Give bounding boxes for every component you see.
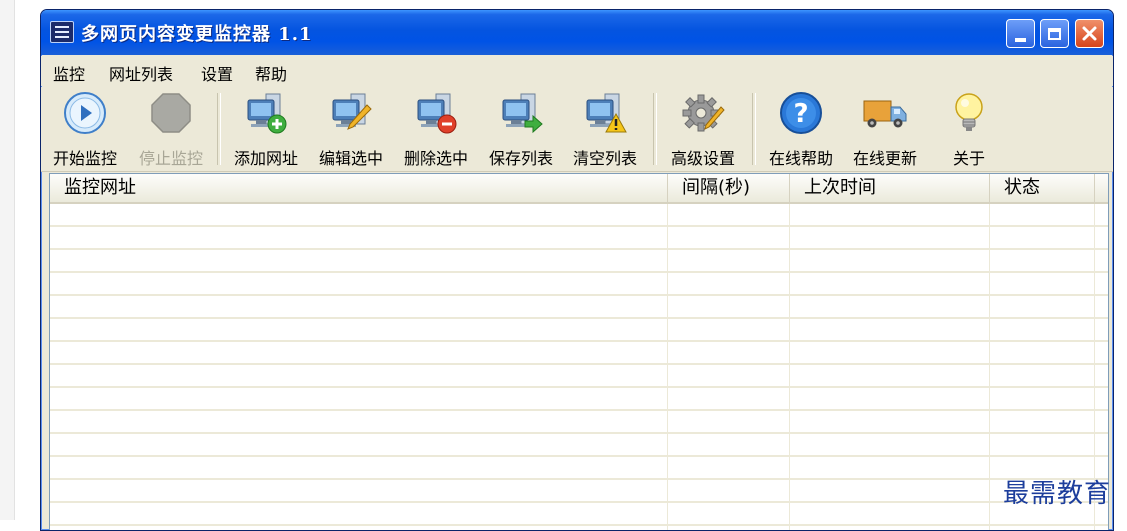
minimize-icon: [1015, 37, 1026, 42]
stop-monitor-button[interactable]: 停止监控: [129, 87, 213, 171]
start-monitor-label: 开始监控: [52, 149, 117, 168]
watermark: 最需教育: [1003, 479, 1112, 509]
gear-icon: [682, 94, 725, 132]
menu-monitor[interactable]: 监控: [53, 61, 85, 85]
add-url-button[interactable]: 添加网址: [224, 87, 308, 171]
computer-add-icon: [247, 93, 287, 134]
computer-warning-icon: [586, 93, 627, 133]
toolbar: 开始监控 停止监控 添加网址 编辑选中 删除选中 保存列表 清空列表 高级设置 …: [41, 87, 1113, 172]
menu-bar: 监控 网址列表 设置 帮助: [41, 56, 1113, 86]
delete-selected-label: 删除选中: [403, 149, 468, 168]
stop-monitor-label: 停止监控: [138, 149, 203, 168]
minimize-button[interactable]: [1006, 19, 1035, 48]
maximize-icon: [1048, 27, 1061, 40]
online-update-button[interactable]: 在线更新: [843, 87, 927, 171]
stop-icon: [151, 93, 191, 133]
list-rows[interactable]: [50, 204, 1108, 530]
truck-icon: [863, 100, 907, 128]
column-header-interval[interactable]: 间隔(秒): [668, 174, 790, 202]
advanced-settings-button[interactable]: 高级设置: [661, 87, 745, 171]
toolbar-separator: [217, 93, 221, 165]
online-help-label: 在线帮助: [768, 149, 833, 168]
toolbar-separator: [752, 93, 756, 165]
play-icon: [64, 92, 106, 134]
start-monitor-button[interactable]: 开始监控: [43, 87, 127, 171]
computer-edit-icon: [332, 93, 372, 130]
clear-list-label: 清空列表: [572, 149, 637, 168]
save-list-button[interactable]: 保存列表: [479, 87, 563, 171]
title-bar[interactable]: 多网页内容变更监控器 1.1: [41, 10, 1113, 55]
svg-text:?: ?: [793, 99, 808, 129]
column-divider: [989, 204, 990, 530]
about-button[interactable]: 关于: [927, 87, 1011, 171]
edit-selected-button[interactable]: 编辑选中: [309, 87, 393, 171]
maximize-button[interactable]: [1040, 19, 1069, 48]
computer-delete-icon: [417, 93, 457, 134]
column-header-last-time[interactable]: 上次时间: [790, 174, 990, 202]
about-label: 关于: [952, 149, 985, 168]
edit-selected-label: 编辑选中: [318, 149, 383, 168]
online-help-button[interactable]: ? 在线帮助: [759, 87, 843, 171]
delete-selected-button[interactable]: 删除选中: [394, 87, 478, 171]
column-divider: [789, 204, 790, 530]
window-title: 多网页内容变更监控器 1.1: [81, 24, 313, 45]
advanced-settings-label: 高级设置: [670, 149, 735, 168]
app-icon[interactable]: [50, 21, 74, 43]
left-page-edge: [0, 0, 15, 520]
list-header: 监控网址 间隔(秒) 上次时间 状态: [50, 174, 1108, 204]
url-list-view[interactable]: 监控网址 间隔(秒) 上次时间 状态: [49, 173, 1109, 530]
app-window: 多网页内容变更监控器 1.1 监控 网址列表 设置 帮助 开始监控 停止监控 添…: [40, 9, 1114, 531]
online-update-label: 在线更新: [852, 149, 917, 168]
column-header-url[interactable]: 监控网址: [50, 174, 668, 202]
add-url-label: 添加网址: [233, 149, 298, 168]
close-icon: [1082, 26, 1097, 41]
menu-settings[interactable]: 设置: [201, 61, 233, 85]
column-header-status[interactable]: 状态: [990, 174, 1095, 202]
save-list-label: 保存列表: [488, 149, 553, 168]
lightbulb-icon: [955, 93, 983, 131]
clear-list-button[interactable]: 清空列表: [563, 87, 647, 171]
column-divider: [667, 204, 668, 530]
computer-save-icon: [502, 93, 543, 134]
question-icon: ?: [780, 92, 822, 134]
close-button[interactable]: [1075, 19, 1104, 48]
menu-url-list[interactable]: 网址列表: [109, 61, 173, 85]
menu-help[interactable]: 帮助: [255, 61, 287, 85]
toolbar-separator: [653, 93, 657, 165]
